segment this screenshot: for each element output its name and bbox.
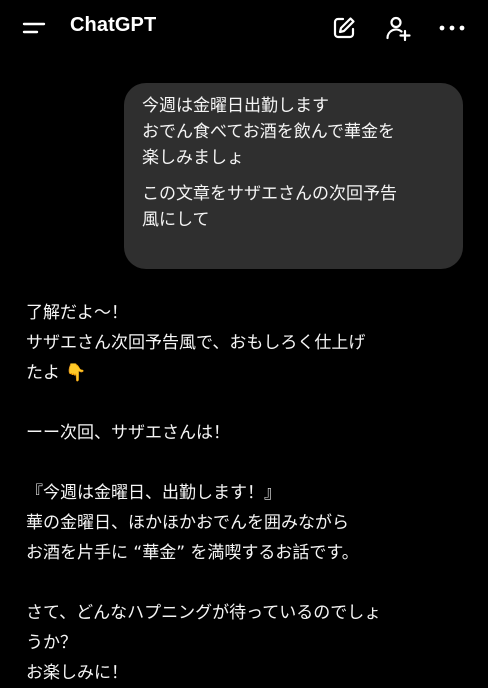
assistant-paragraph: さて、どんなハプニングが待っているのでしょ うか？ お楽しみに！ [26, 603, 382, 683]
compose-icon[interactable] [330, 14, 358, 42]
add-user-icon[interactable] [384, 14, 412, 42]
top-bar: ChatGPT [0, 0, 488, 56]
menu-icon[interactable] [22, 18, 46, 38]
user-message-paragraph: この文章をサザエさんの次回予告 風にして [142, 184, 397, 230]
assistant-paragraph: 了解だよ〜！ サザエさん次回予告風で、おもしろく仕上げ たよ 👇 [26, 303, 366, 383]
user-message-paragraph: 今週は金曜日出勤します おでん食べてお酒を飲んで華金を 楽しみましょ [142, 96, 395, 168]
user-message-bubble: 今週は金曜日出勤します おでん食べてお酒を飲んで華金を 楽しみましょ この文章を… [124, 83, 463, 269]
assistant-paragraph: ーー次回、サザエさんは！ [26, 423, 230, 443]
app-title[interactable]: ChatGPT [70, 14, 156, 37]
assistant-paragraph: 『今週は金曜日、出勤します！』 華の金曜日、ほかほかおでんを囲みながら お酒を片… [26, 483, 359, 563]
more-icon[interactable] [438, 14, 466, 42]
assistant-message: 了解だよ〜！ サザエさん次回予告風で、おもしろく仕上げ たよ 👇 ーー次回、サザ… [26, 298, 466, 688]
